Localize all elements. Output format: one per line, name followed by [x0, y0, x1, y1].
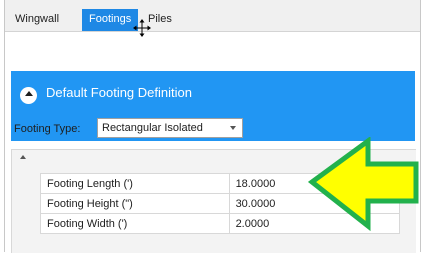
footing-type-value: Rectangular Isolated [102, 122, 203, 134]
tab-bar: Wingwall Footings Piles [5, 0, 420, 37]
dropdown-arrow-icon [230, 126, 236, 130]
footing-type-label: Footing Type: [14, 123, 81, 135]
collapse-chevron-up-icon[interactable] [20, 87, 37, 104]
footing-definition-panel: Default Footing Definition Footing Type:… [11, 71, 415, 141]
expand-arrow-icon[interactable] [20, 155, 26, 159]
footing-type-select[interactable]: Rectangular Isolated [97, 118, 243, 138]
property-name: Footing Length (') [40, 173, 230, 194]
tab-wingwall[interactable]: Wingwall [8, 9, 66, 31]
property-name: Footing Width (') [40, 213, 230, 234]
move-cursor-icon [133, 19, 151, 37]
callout-arrow-icon [308, 137, 419, 232]
tab-footings[interactable]: Footings [82, 9, 139, 31]
panel-title: Default Footing Definition [46, 85, 192, 100]
property-name: Footing Height (") [40, 193, 230, 214]
